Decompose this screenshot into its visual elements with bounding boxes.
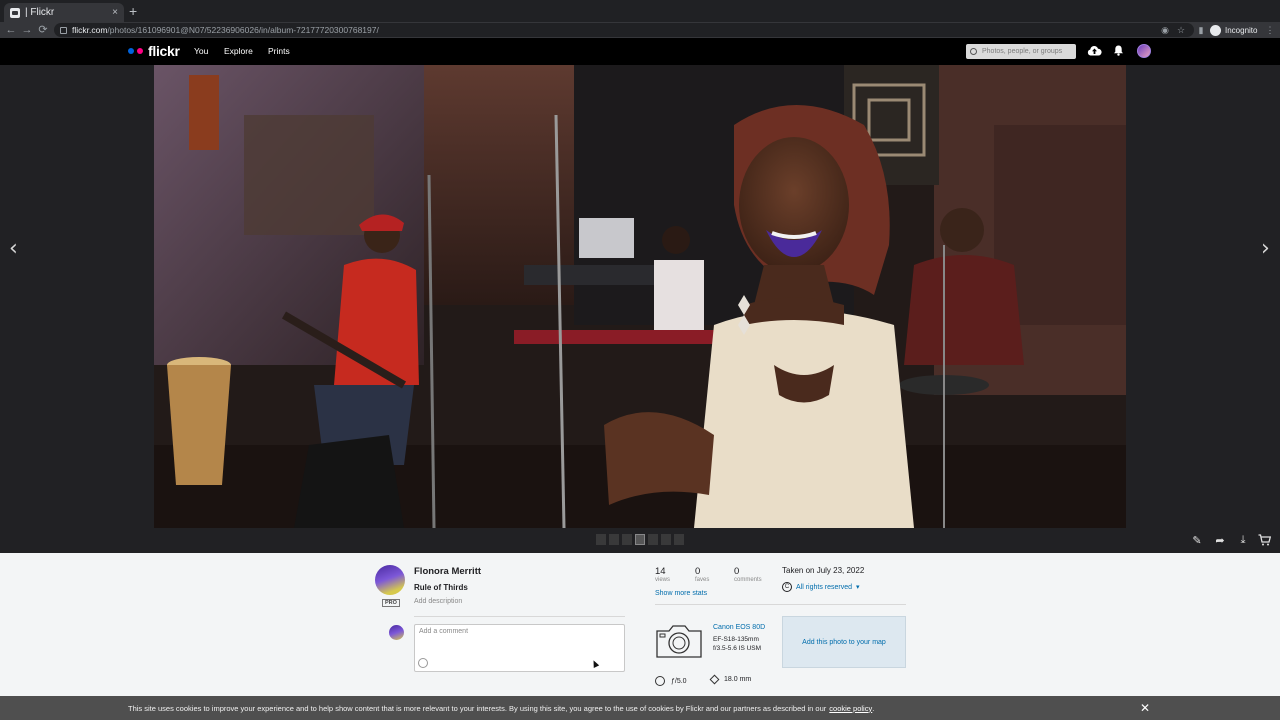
- filmstrip-thumb[interactable]: [596, 534, 606, 545]
- filmstrip-thumb[interactable]: [609, 534, 619, 545]
- focal-length-icon: [709, 674, 720, 685]
- lens-name: EF-S18-135mm: [713, 636, 759, 643]
- url-host: flickr.com: [72, 25, 108, 35]
- add-to-map-button[interactable]: Add this photo to your map: [782, 616, 906, 668]
- divider: [655, 604, 906, 605]
- search-icon: [970, 48, 977, 55]
- license-dropdown[interactable]: C All rights reserved ▾: [782, 582, 860, 592]
- nav-prints[interactable]: Prints: [268, 46, 290, 56]
- logo-text: flickr: [148, 43, 180, 59]
- browser-menu-icon[interactable]: ⋮: [1264, 24, 1276, 36]
- wall-painting: [189, 75, 219, 150]
- new-tab-button[interactable]: +: [129, 3, 137, 19]
- tracking-protection-icon[interactable]: ◉: [1159, 24, 1171, 36]
- main-photo[interactable]: [154, 65, 1126, 528]
- flickr-favicon-icon: [10, 7, 20, 18]
- forward-button[interactable]: →: [19, 22, 35, 38]
- url-bar[interactable]: flickr.com /photos/161096901@N07/5223690…: [54, 23, 1194, 37]
- cookie-banner: This site uses cookies to improve your e…: [0, 696, 1280, 720]
- views-count: 14: [655, 566, 666, 577]
- comment-placeholder: Add a comment: [419, 628, 469, 635]
- divider: [414, 616, 625, 617]
- lock-icon: [60, 26, 67, 34]
- notifications-bell-icon[interactable]: [1113, 45, 1124, 56]
- emoji-icon[interactable]: [418, 658, 428, 668]
- browser-tab[interactable]: | Flickr ×: [4, 3, 124, 22]
- logo-pink-dot: [137, 48, 143, 54]
- aperture-icon: [655, 676, 665, 686]
- incognito-indicator[interactable]: Incognito: [1210, 24, 1257, 36]
- filmstrip-thumb-current[interactable]: [635, 534, 645, 545]
- url-path: /photos/161096901@N07/52236906026/in/alb…: [107, 25, 379, 35]
- share-icon[interactable]: ➦: [1213, 534, 1227, 548]
- red-keyboard: [514, 330, 714, 344]
- tab-title: | Flickr: [25, 7, 55, 18]
- cream-dress: [694, 310, 914, 528]
- upload-cloud-icon[interactable]: [1087, 45, 1102, 56]
- nav-you[interactable]: You: [194, 46, 208, 56]
- browser-tab-bar: [0, 0, 1280, 22]
- license-label: All rights reserved: [796, 583, 853, 591]
- clasped-hands: [604, 412, 714, 505]
- cookie-policy-link[interactable]: cookie policy: [829, 704, 872, 713]
- commenter-avatar: [389, 625, 404, 640]
- camera-icon: [656, 625, 702, 658]
- faves-label: faves: [695, 577, 710, 583]
- pro-badge: PRO: [382, 599, 400, 607]
- download-icon[interactable]: ⤓: [1236, 534, 1250, 548]
- nav-explore[interactable]: Explore: [224, 46, 253, 56]
- views-label: views: [655, 577, 671, 583]
- stage-monitor: [294, 435, 404, 528]
- edit-icon[interactable]: ✎: [1190, 534, 1204, 548]
- back-button[interactable]: ←: [3, 22, 19, 38]
- incognito-label: Incognito: [1225, 25, 1258, 35]
- owner-avatar[interactable]: [375, 565, 405, 595]
- cookie-close-icon[interactable]: ✕: [1140, 701, 1150, 715]
- copyright-icon: C: [782, 582, 792, 592]
- filmstrip-thumb[interactable]: [648, 534, 658, 545]
- aperture-value: ƒ/5.0: [655, 676, 687, 686]
- chevron-down-icon: ▾: [856, 584, 860, 591]
- search-placeholder: Photos, people, or groups: [982, 48, 1063, 55]
- reload-button[interactable]: ⟳: [35, 22, 51, 38]
- photo-title[interactable]: Rule of Thirds: [414, 583, 468, 592]
- filmstrip-thumb[interactable]: [622, 534, 632, 545]
- bookmark-star-icon[interactable]: ☆: [1175, 24, 1187, 36]
- filmstrip-thumb[interactable]: [674, 534, 684, 545]
- search-input[interactable]: Photos, people, or groups: [966, 44, 1076, 59]
- add-description-link[interactable]: Add description: [414, 598, 462, 605]
- previous-photo-arrow[interactable]: ‹: [9, 236, 18, 261]
- next-photo-arrow[interactable]: ›: [1261, 236, 1270, 261]
- aperture-text: ƒ/5.0: [671, 677, 687, 685]
- filmstrip-thumb[interactable]: [661, 534, 671, 545]
- incognito-icon: [1210, 24, 1221, 36]
- tab-close-icon[interactable]: ×: [112, 7, 118, 18]
- add-to-map-label: Add this photo to your map: [802, 638, 886, 646]
- cart-icon[interactable]: [1258, 534, 1271, 546]
- owner-name[interactable]: Flonora Merritt: [414, 566, 481, 577]
- lens-aperture-range: f/3.5-5.6 IS USM: [713, 645, 762, 652]
- logo-blue-dot: [128, 48, 134, 54]
- user-avatar[interactable]: [1137, 44, 1151, 58]
- conga-drum: [167, 365, 231, 485]
- photo-info-panel: [0, 553, 1280, 720]
- flickr-logo[interactable]: flickr: [128, 43, 180, 59]
- side-panel-icon[interactable]: ▮: [1195, 24, 1207, 36]
- laptop: [579, 218, 634, 258]
- focal-length-text: 18.0 mm: [724, 676, 752, 683]
- comments-count: 0: [734, 566, 740, 577]
- cookie-period: .: [872, 703, 875, 713]
- focal-length-value: 18.0 mm: [709, 674, 752, 685]
- comments-label: comments: [734, 577, 762, 583]
- show-more-stats-link[interactable]: Show more stats: [655, 590, 707, 597]
- faves-count: 0: [695, 566, 701, 577]
- cookie-text: This site uses cookies to improve your e…: [128, 703, 827, 713]
- taken-date[interactable]: Taken on July 23, 2022: [782, 566, 864, 575]
- camera-model-link[interactable]: Canon EOS 80D: [713, 624, 765, 631]
- photostream-filmstrip[interactable]: [596, 534, 684, 545]
